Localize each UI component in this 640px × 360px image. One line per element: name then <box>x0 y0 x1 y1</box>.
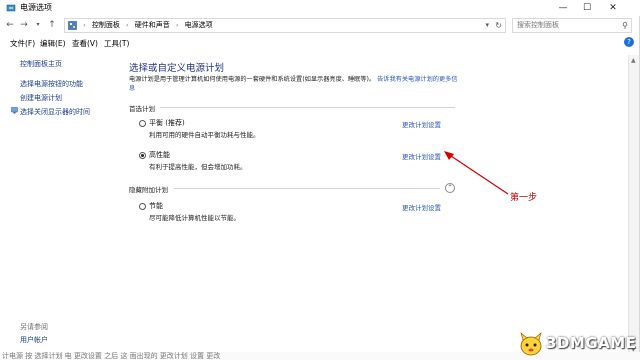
search-input[interactable]: 搜索控制面板 ⚲ <box>512 18 632 33</box>
scroll-up-icon[interactable]: ▲ <box>631 57 636 64</box>
annotation-arrow <box>444 151 509 195</box>
sidebar-control-panel-home[interactable]: 控制面板主页 <box>20 59 62 69</box>
menu-file[interactable]: 文件(F) <box>10 38 35 49</box>
breadcrumb-separator-icon: › <box>83 22 86 29</box>
change-plan-settings-high-performance[interactable]: 更改计划设置 <box>402 151 441 161</box>
help-icon[interactable]: ? <box>624 37 634 47</box>
plan-name-balanced[interactable]: 平衡 (推荐) <box>149 118 185 128</box>
radio-power-saver[interactable] <box>139 203 146 210</box>
radio-balanced[interactable] <box>139 120 146 127</box>
breadcrumb-hardware-sound[interactable]: 硬件和声音 <box>135 19 170 32</box>
power-options-window: 电源选项 — ☐ ✕ ← → ▾ ↑ › 控制面板 › 硬件和声音 › 电源选项… <box>0 0 640 356</box>
minimize-button[interactable]: — <box>552 0 574 16</box>
divider <box>160 107 455 108</box>
menu-tools[interactable]: 工具(T) <box>104 38 129 49</box>
breadcrumb-separator-icon: › <box>126 22 129 29</box>
caption-text: 计电源 按 选择计划 电 更改设置 之后 这 面出现的 更改计划 设置 更改 <box>2 352 221 360</box>
power-options-icon <box>6 4 16 12</box>
vertical-scrollbar[interactable]: ▲ ▼ <box>628 55 639 355</box>
sidebar-item-display-off[interactable]: 选择关闭显示器的时间 <box>20 107 90 117</box>
maximize-button[interactable]: ☐ <box>576 0 598 16</box>
plan-desc-high-performance: 有利于提高性能，但会增加功耗。 <box>149 163 247 171</box>
hidden-plans-heading: 隐藏附加计划 <box>129 186 168 194</box>
change-plan-settings-power-saver[interactable]: 更改计划设置 <box>402 202 441 212</box>
sidebar-item-power-button[interactable]: 选择电源按钮的功能 <box>20 79 83 89</box>
breadcrumb-control-panel[interactable]: 控制面板 <box>92 19 120 32</box>
window-title: 电源选项 <box>20 3 52 12</box>
address-bar[interactable]: › 控制面板 › 硬件和声音 › 电源选项 ▾ ↻ <box>64 18 506 33</box>
sidebar-item-create-plan[interactable]: 创建电源计划 <box>20 93 62 103</box>
recent-locations-chevron-icon[interactable]: ▾ <box>32 19 44 31</box>
divider <box>174 188 440 189</box>
plan-name-power-saver[interactable]: 节能 <box>149 201 163 211</box>
control-panel-icon <box>68 21 77 30</box>
watermark-mascot-icon <box>520 332 542 356</box>
description-text: 电源计划是用于管理计算机如何使用电源的一套硬件和系统设置(如显示器亮度、睡眠等)… <box>129 76 376 83</box>
back-arrow-icon[interactable]: ← <box>4 19 16 31</box>
display-icon <box>11 107 18 114</box>
close-button[interactable]: ✕ <box>602 0 624 16</box>
menu-view[interactable]: 查看(V) <box>72 38 98 49</box>
search-icon: ⚲ <box>622 21 628 30</box>
radio-high-performance[interactable] <box>139 152 146 159</box>
menu-edit[interactable]: 编辑(E) <box>40 38 66 49</box>
preferred-plans-heading: 首选计划 <box>129 105 155 113</box>
watermark: 3DMGAME <box>516 332 638 356</box>
change-plan-settings-balanced[interactable]: 更改计划设置 <box>402 119 441 129</box>
title-bar: 电源选项 — ☐ ✕ <box>0 0 640 16</box>
breadcrumb-power-options[interactable]: 电源选项 <box>185 19 213 32</box>
sidebar-item-user-accounts[interactable]: 用户帐户 <box>20 335 48 345</box>
refresh-icon[interactable]: ↻ <box>495 19 502 32</box>
see-also-heading: 另请参阅 <box>20 323 48 331</box>
search-placeholder: 搜索控制面板 <box>517 21 559 29</box>
up-arrow-icon[interactable]: ↑ <box>46 19 58 31</box>
annotation-step-one: 第一步 <box>510 193 538 203</box>
watermark-text: 3DMGAME <box>546 334 637 352</box>
plan-name-high-performance[interactable]: 高性能 <box>149 150 170 160</box>
forward-arrow-icon[interactable]: → <box>18 19 30 31</box>
plan-desc-power-saver: 尽可能降低计算机性能以节能。 <box>149 214 240 222</box>
page-description: 电源计划是用于管理计算机如何使用电源的一套硬件和系统设置(如显示器亮度、睡眠等)… <box>129 75 459 93</box>
breadcrumb-separator-icon: › <box>175 22 179 29</box>
plan-desc-balanced: 利用可用的硬件自动平衡功耗与性能。 <box>149 131 260 139</box>
address-dropdown-icon[interactable]: ▾ <box>485 19 489 32</box>
page-title: 选择或自定义电源计划 <box>129 63 225 74</box>
